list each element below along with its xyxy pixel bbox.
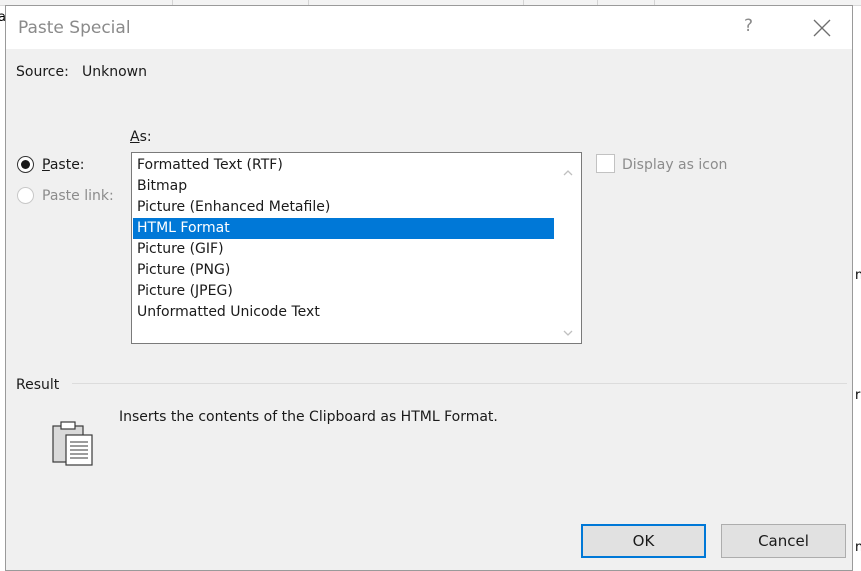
- display-as-icon-checkbox[interactable]: [596, 154, 615, 173]
- cancel-button[interactable]: Cancel: [721, 524, 846, 558]
- source-label: Source:: [16, 64, 69, 80]
- background-text-fragment: n: [855, 268, 861, 283]
- as-label-accesskey: A: [130, 129, 140, 145]
- title-bar: Paste Special ?: [6, 6, 852, 49]
- paste-link-radio[interactable]: [17, 187, 34, 204]
- result-description: Inserts the contents of the Clipboard as…: [119, 409, 498, 425]
- source-value: Unknown: [82, 64, 147, 80]
- close-icon[interactable]: [806, 14, 836, 40]
- format-list-item[interactable]: Picture (JPEG): [133, 281, 554, 302]
- as-label-rest: s:: [139, 129, 152, 145]
- format-list-item[interactable]: Picture (PNG): [133, 260, 554, 281]
- ok-button[interactable]: OK: [581, 524, 706, 558]
- format-list-item[interactable]: Bitmap: [133, 176, 554, 197]
- result-divider: [72, 383, 847, 384]
- format-list-item[interactable]: Picture (GIF): [133, 239, 554, 260]
- chevron-down-icon[interactable]: [563, 323, 573, 336]
- format-list-item[interactable]: Unformatted Unicode Text: [133, 302, 554, 323]
- help-button[interactable]: ?: [744, 16, 753, 36]
- format-list-item[interactable]: Picture (Enhanced Metafile): [133, 197, 554, 218]
- display-as-icon-label[interactable]: Display as icon: [622, 157, 727, 173]
- radio-selected-dot: [21, 160, 30, 169]
- background-text-fragment: n: [855, 540, 861, 555]
- format-listbox[interactable]: Formatted Text (RTF) Bitmap Picture (Enh…: [131, 152, 582, 344]
- paste-radio[interactable]: [17, 156, 34, 173]
- paste-label-rest: aste:: [49, 157, 85, 173]
- result-heading: Result: [16, 377, 60, 393]
- paste-radio-label[interactable]: Paste:: [42, 157, 85, 173]
- chevron-up-icon[interactable]: [563, 163, 573, 176]
- paste-special-dialog: Paste Special ? Source: Unknown As: Past…: [5, 5, 853, 571]
- format-list-item[interactable]: Formatted Text (RTF): [133, 155, 554, 176]
- dialog-title: Paste Special: [18, 18, 131, 38]
- paste-link-label[interactable]: Paste link:: [42, 188, 114, 204]
- format-list-item-selected[interactable]: HTML Format: [133, 218, 554, 239]
- as-label: As:: [130, 129, 152, 145]
- list-scrollbar[interactable]: [555, 153, 581, 343]
- background-text-fragment: r: [855, 388, 861, 403]
- clipboard-icon: [50, 419, 98, 467]
- paste-accesskey: P: [42, 157, 50, 173]
